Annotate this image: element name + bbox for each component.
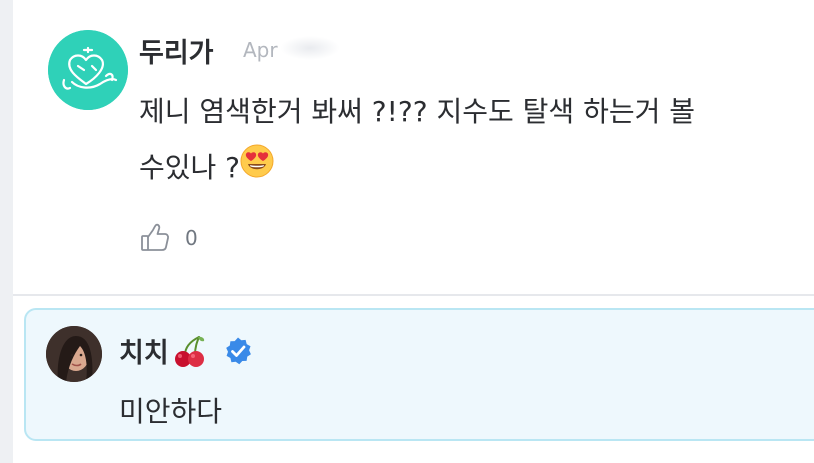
reply-author-row: 치치 [119, 331, 253, 370]
like-row: 0 [139, 222, 198, 254]
avatar[interactable] [48, 30, 128, 110]
reply-avatar[interactable] [46, 326, 102, 382]
comment-author[interactable]: 두리가 [139, 31, 214, 70]
verified-badge-icon [225, 337, 251, 364]
reply-text: 미안하다 [119, 395, 223, 428]
cherries-emoji-icon [171, 333, 207, 369]
thumbs-up-icon[interactable] [139, 222, 171, 254]
blurred-date-mask [280, 36, 340, 60]
avatar-sketch-icon [48, 30, 128, 110]
left-panel-edge [0, 0, 13, 463]
reply-author[interactable]: 치치 [119, 331, 169, 370]
avatar-photo-icon [46, 326, 102, 382]
comment-text-line1: 제니 염색한거 봐써 ?!?? 지수도 탈색 하는거 볼 [139, 95, 696, 128]
comment-text-line2: 수있나 ? [139, 151, 241, 184]
like-count: 0 [185, 226, 198, 250]
heart-eyes-emoji-icon [240, 141, 274, 197]
divider [13, 294, 814, 296]
comment-date: Apr [243, 38, 278, 62]
comment-body: 제니 염색한거 봐써 ?!?? 지수도 탈색 하는거 볼 수있나 ? [139, 84, 789, 197]
